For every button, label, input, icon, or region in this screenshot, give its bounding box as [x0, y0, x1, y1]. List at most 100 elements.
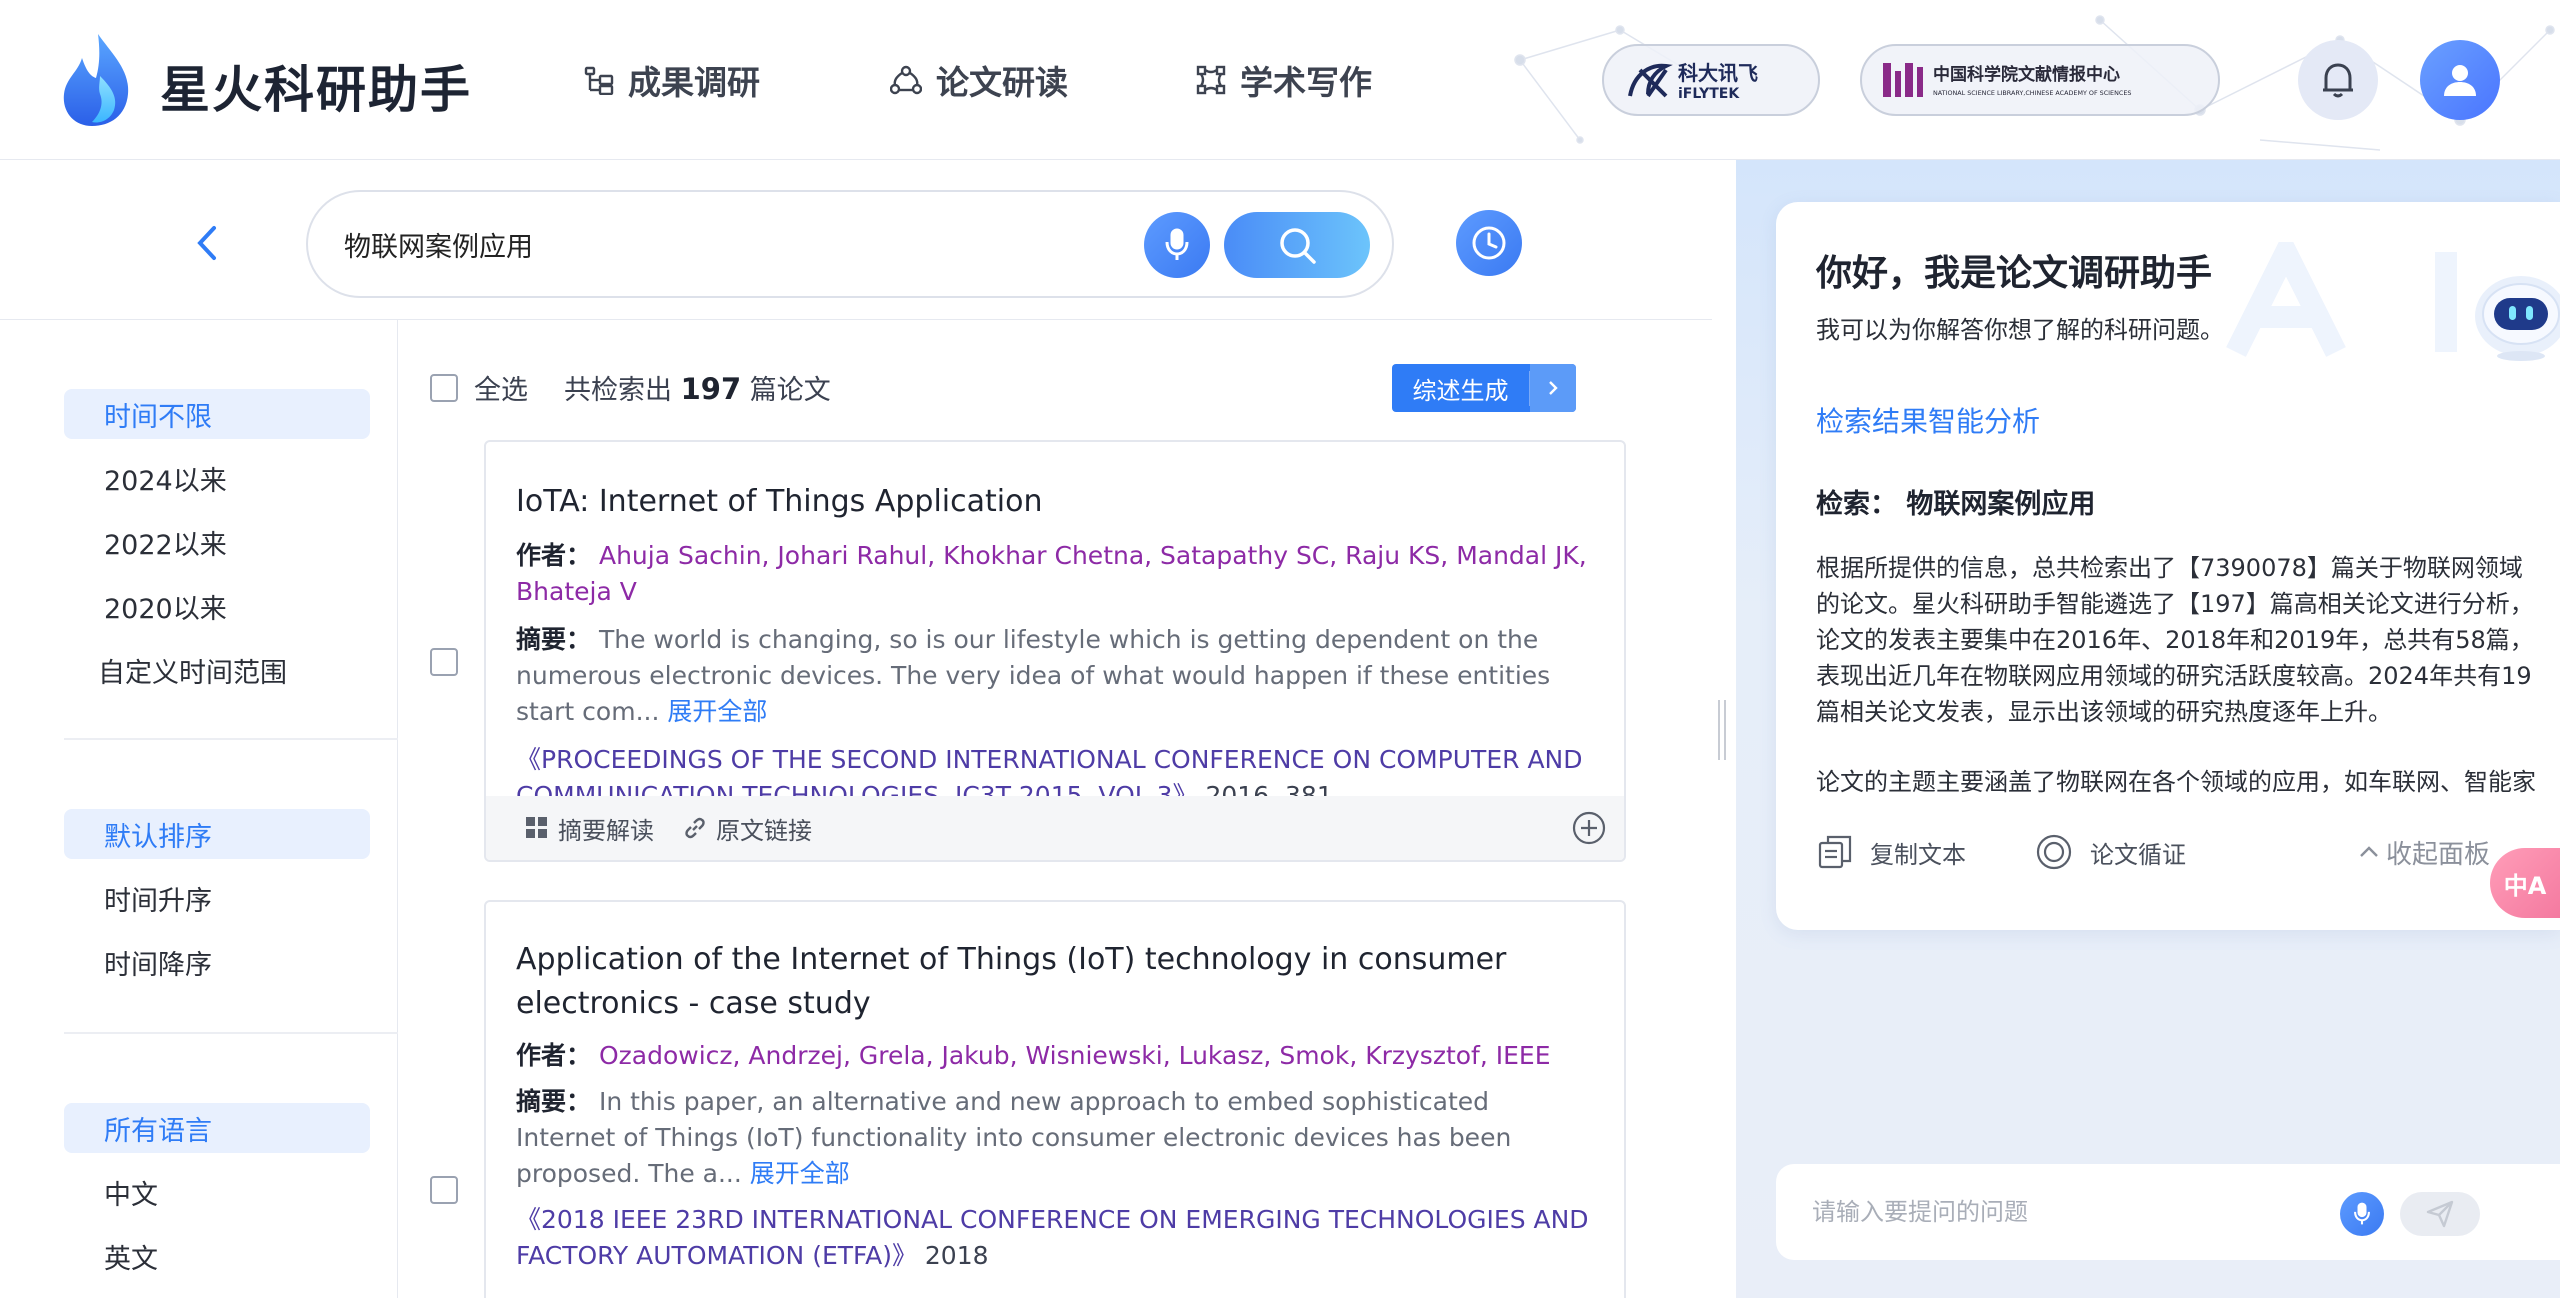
- paper-authors: 作者： Ahuja Sachin, Johari Rahul, Khokhar …: [516, 538, 1594, 610]
- assistant-query: 检索： 物联网案例应用: [1816, 482, 2095, 521]
- spark-logo-icon: [63, 34, 129, 126]
- nav-label: 论文研读: [936, 63, 1068, 102]
- paper-checkbox[interactable]: [430, 1176, 458, 1204]
- paper-title[interactable]: IoTA: Internet of Things Application: [516, 480, 1594, 524]
- clock-icon: [1472, 226, 1506, 260]
- paper-actions: 摘要解读 原文链接: [486, 796, 1624, 860]
- analysis-paragraph: 论文的主题主要涵盖了物联网在各个领域的应用，如车联网、智能家: [1816, 768, 2536, 796]
- partner-logo-iflytek[interactable]: 科大讯飞 iFLYTEK: [1602, 44, 1820, 116]
- panel-resize-handle[interactable]: [1718, 700, 1726, 760]
- author-label: 作者：: [516, 1041, 592, 1070]
- grid-icon: [526, 817, 547, 838]
- app-title: 星火科研助手: [160, 61, 472, 119]
- generate-review-button[interactable]: 综述生成: [1392, 364, 1576, 412]
- copy-text-button[interactable]: 复制文本: [1816, 833, 1966, 871]
- language-filter-group: 所有语言 中文 英文: [64, 1096, 370, 1288]
- result-count-prefix: 共检索出: [564, 375, 672, 406]
- sort-time-asc[interactable]: 时间升序: [64, 866, 370, 930]
- iflytek-logo-icon: 科大讯飞 iFLYTEK: [1628, 61, 1758, 102]
- back-chevron-icon[interactable]: [190, 222, 224, 264]
- author-list[interactable]: Ahuja Sachin, Johari Rahul, Khokhar Chet…: [516, 541, 1587, 606]
- paper-card: IoTA: Internet of Things Application 作者：…: [484, 440, 1626, 862]
- chevron-right-icon: [1530, 364, 1576, 412]
- partner-logo-nsl[interactable]: 中国科学院文献情报中心 NATIONAL SCIENCE LIBRARY,CHI…: [1860, 44, 2220, 116]
- send-icon: [2426, 1200, 2454, 1228]
- assistant-voice-button[interactable]: [2340, 1192, 2384, 1236]
- collapse-panel-button[interactable]: 收起面板: [2358, 824, 2490, 880]
- abstract-label: 摘要：: [516, 1087, 592, 1116]
- source-link-button[interactable]: 原文链接: [682, 811, 812, 846]
- results-panel: 全选 共检索出 197 篇论文 综述生成 IoTA: Internet of T…: [398, 320, 1712, 1298]
- bell-icon: [2323, 63, 2353, 98]
- paper-checkbox[interactable]: [430, 648, 458, 676]
- filter-lang-chinese[interactable]: 中文: [64, 1160, 370, 1224]
- result-count-number: 197: [680, 372, 742, 406]
- search-history-button[interactable]: [1456, 210, 1522, 276]
- nav-paper-reading[interactable]: 论文研读: [890, 56, 1068, 104]
- top-header: 星火科研助手 成果调研 论文研读 学术写作 科大讯飞 iFLYTEK 中国科学院…: [0, 0, 2560, 160]
- translate-button[interactable]: 中A: [2490, 848, 2560, 918]
- filter-time-any[interactable]: 时间不限: [64, 389, 370, 439]
- iflytek-en-name: iFLYTEK: [1678, 86, 1740, 102]
- nav-academic-writing[interactable]: 学术写作: [1196, 56, 1372, 104]
- sort-time-desc[interactable]: 时间降序: [64, 930, 370, 994]
- divider: [64, 1032, 398, 1034]
- source-link-label: 原文链接: [716, 816, 812, 845]
- source-journal[interactable]: 《2018 IEEE 23RD INTERNATIONAL CONFERENCE…: [516, 1205, 1589, 1270]
- search-icon: [1280, 228, 1316, 264]
- search-row: [0, 160, 1712, 320]
- link-icon: [685, 817, 705, 839]
- assistant-input-box: [1776, 1164, 2560, 1260]
- paper-title[interactable]: Application of the Internet of Things (I…: [516, 938, 1594, 1026]
- query-text: 物联网案例应用: [1906, 489, 2096, 520]
- voice-input-button[interactable]: [1144, 212, 1210, 278]
- select-all-label: 全选: [474, 375, 528, 406]
- select-all-checkbox[interactable]: [430, 373, 458, 402]
- filter-time-2022[interactable]: 2022以来: [64, 510, 370, 574]
- expand-abstract-link[interactable]: 展开全部: [667, 697, 767, 726]
- nav-results-research[interactable]: 成果调研: [584, 56, 760, 104]
- nav-label: 学术写作: [1240, 63, 1372, 102]
- send-button[interactable]: [2400, 1192, 2480, 1236]
- sort-group: 默认排序 时间升序 时间降序: [64, 802, 370, 994]
- paper-card: Application of the Internet of Things (I…: [484, 900, 1626, 1298]
- search-button[interactable]: [1224, 212, 1370, 278]
- analysis-paragraph: 根据所提供的信息，总共检索出了【7390078】篇关于物联网领域的论文。星火科研…: [1816, 554, 2534, 726]
- filter-lang-all[interactable]: 所有语言: [64, 1103, 370, 1153]
- select-all[interactable]: 全选: [430, 368, 528, 407]
- nav-label: 成果调研: [628, 63, 760, 102]
- author-list[interactable]: Ozadowicz, Andrzej, Grela, Jakub, Wisnie…: [599, 1041, 1551, 1070]
- filter-time-2024[interactable]: 2024以来: [64, 446, 370, 510]
- analysis-link[interactable]: 检索结果智能分析: [1816, 400, 2040, 440]
- nodes-icon: [890, 65, 922, 95]
- copy-text-label: 复制文本: [1870, 840, 1966, 869]
- question-input[interactable]: [1812, 1184, 2352, 1240]
- user-avatar[interactable]: [2420, 40, 2500, 120]
- notification-button[interactable]: [2298, 40, 2378, 120]
- nsl-en-name: NATIONAL SCIENCE LIBRARY,CHINESE ACADEMY…: [1933, 89, 2131, 97]
- translate-icon: 中A: [2503, 871, 2547, 900]
- abstract-interpret-button[interactable]: 摘要解读: [524, 811, 654, 846]
- chevron-up-icon: [2360, 846, 2378, 857]
- assistant-panel: 你好，我是论文调研助手 我可以为你解答你想了解的科研问题。 检索结果智能分析 检…: [1736, 160, 2560, 1298]
- result-count-suffix: 篇论文: [749, 375, 831, 406]
- paper-abstract: 摘要： In this paper, an alternative and ne…: [516, 1084, 1594, 1192]
- generate-review-label: 综述生成: [1392, 370, 1530, 406]
- filter-time-2020[interactable]: 2020以来: [64, 574, 370, 638]
- add-circle-icon[interactable]: [1572, 811, 1606, 845]
- abstract-label: 摘要：: [516, 625, 592, 654]
- query-label: 检索：: [1816, 489, 1897, 520]
- abstract-interpret-label: 摘要解读: [558, 816, 654, 845]
- search-input[interactable]: [344, 212, 1104, 276]
- source-year-pages: 2018: [924, 1241, 989, 1270]
- paper-evidence-button[interactable]: 论文循证: [2034, 832, 2186, 872]
- filter-time-custom[interactable]: 自定义时间范围: [64, 638, 370, 702]
- flow-icon: [584, 66, 614, 95]
- nsl-cn-name: 中国科学院文献情报中心: [1933, 64, 2120, 85]
- filter-lang-english[interactable]: 英文: [64, 1224, 370, 1288]
- sort-default[interactable]: 默认排序: [64, 809, 370, 859]
- result-count: 共检索出 197 篇论文: [564, 368, 831, 407]
- collapse-panel-label: 收起面板: [2385, 839, 2490, 870]
- assistant-greeting: 你好，我是论文调研助手: [1816, 253, 2213, 294]
- expand-abstract-link[interactable]: 展开全部: [750, 1159, 850, 1188]
